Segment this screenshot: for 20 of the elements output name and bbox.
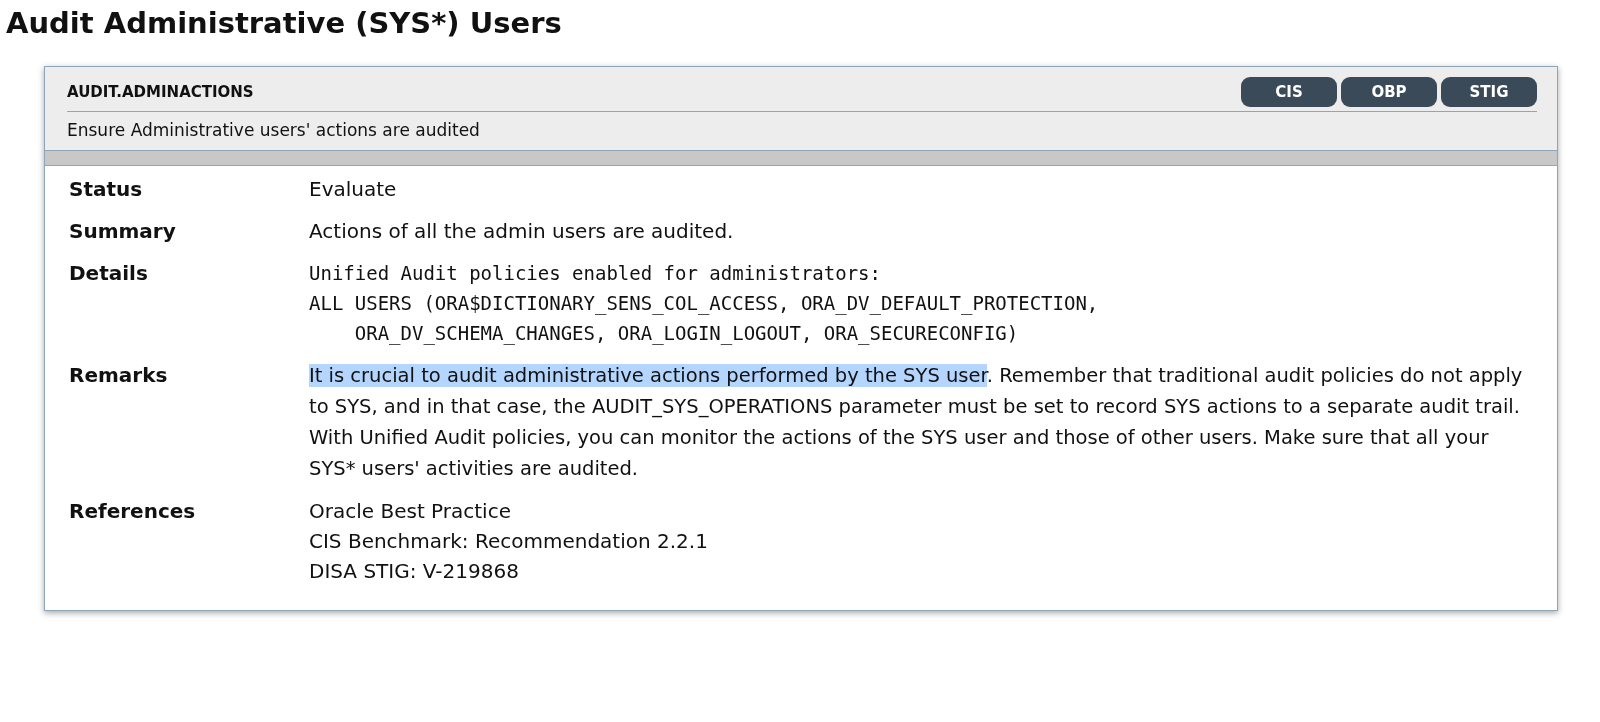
field-label: Summary — [69, 218, 177, 245]
field-value: Oracle Best Practice — [309, 498, 512, 525]
check-description: Ensure Administrative users' actions are audited — [67, 119, 481, 142]
field-value: Evaluate — [309, 176, 398, 203]
tag-button[interactable]: CIS — [1241, 77, 1337, 107]
field-value: DISA STIG: V-219868 — [309, 558, 520, 585]
check-id: AUDIT.ADMINACTIONS — [67, 83, 254, 101]
tag-button[interactable]: STIG — [1441, 77, 1537, 107]
field-label: References — [69, 498, 197, 525]
field-label: Remarks — [69, 362, 169, 389]
field-label: Details — [69, 260, 149, 287]
page-title: Audit Administrative (SYS*) Users — [6, 6, 563, 40]
remarks-paragraph: It is crucial to audit administrative actions performed by the SYS user. Remember that traditional audit policies do not apply to SYS, and in that case, the AUDIT_SYS_OPERATIONS parameter must be set to record SYS actions to a separate audit trail. With Unified Audit policies, you can monitor the actions of the SYS user and those of other users. Make sure that all your SYS* users' activities are audited. — [309, 363, 1524, 482]
code-line: ALL USERS (ORA$DICTIONARY_SENS_COL_ACCESS, ORA_DV_DEFAULT_PROTECTION, — [309, 291, 1100, 317]
tag-button[interactable]: OBP — [1341, 77, 1437, 107]
field-value: CIS Benchmark: Recommendation 2.2.1 — [309, 528, 709, 555]
field-value: Actions of all the admin users are audited. — [309, 218, 735, 245]
code-line: ORA_DV_SCHEMA_CHANGES, ORA_LOGIN_LOGOUT, ORA_SECURECONFIG) — [353, 321, 1020, 347]
field-label: Status — [69, 176, 144, 203]
code-line: Unified Audit policies enabled for administrators: — [309, 261, 882, 286]
